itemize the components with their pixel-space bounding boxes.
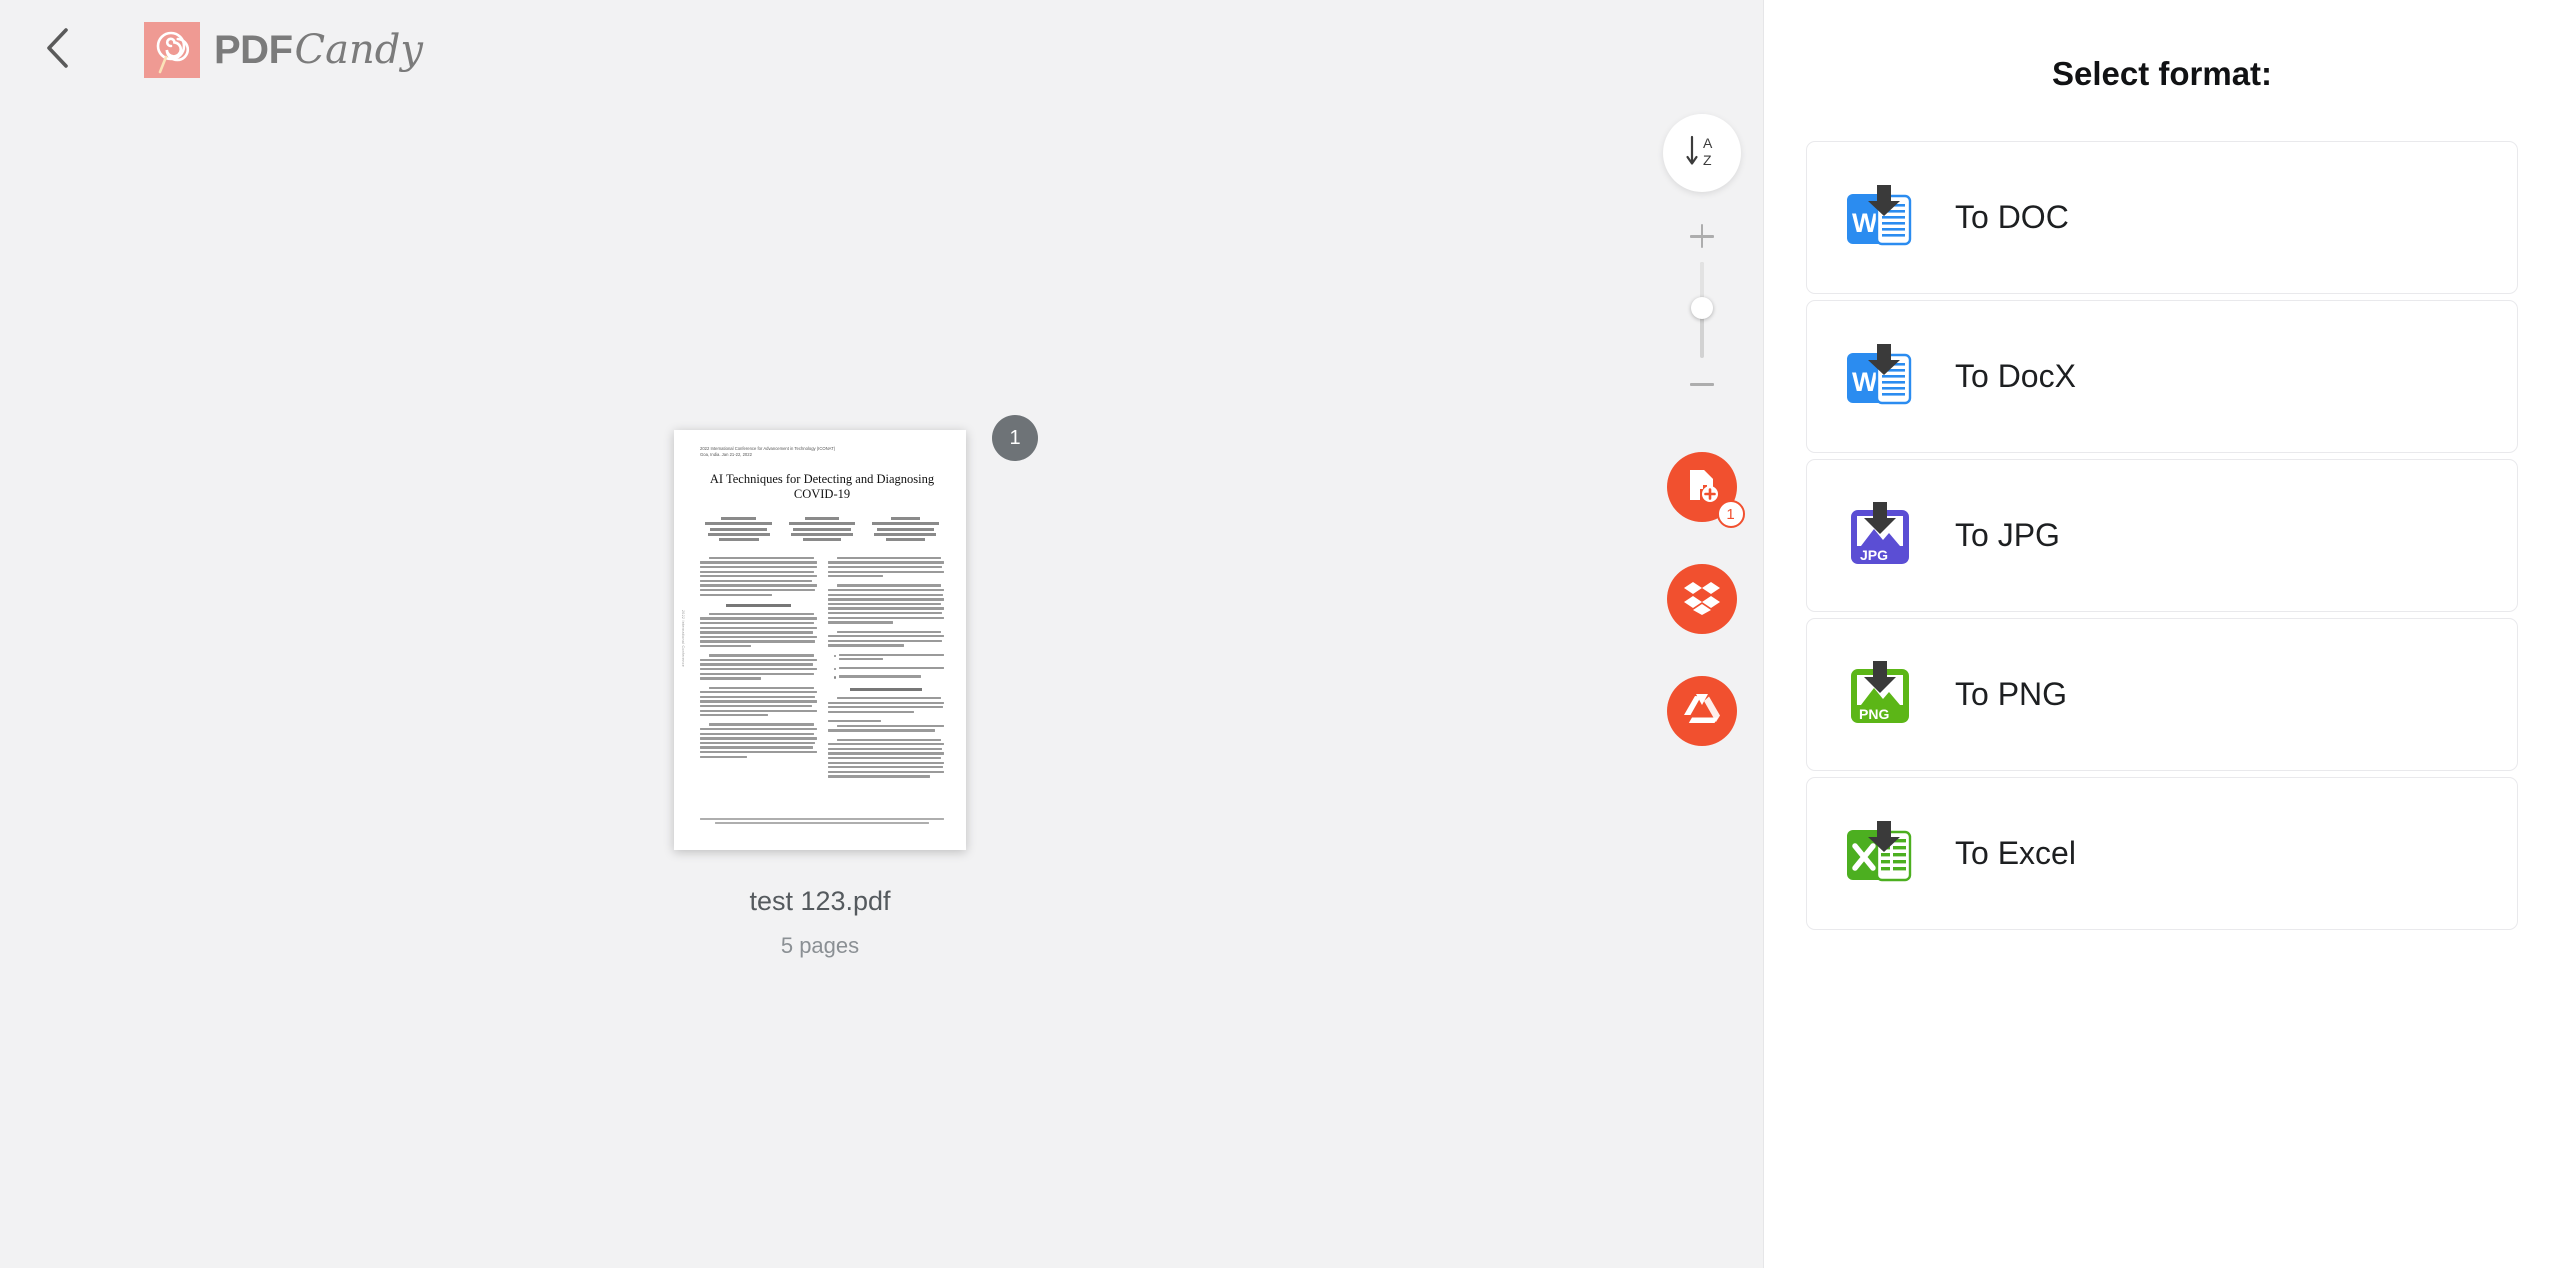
side-watermark: 2022 International Conference — [681, 610, 685, 668]
format-card-png[interactable]: PNG To PNG — [1806, 618, 2518, 771]
list-item — [833, 675, 945, 680]
chevron-left-icon — [44, 27, 70, 74]
document-columns — [700, 556, 945, 785]
format-label: To PNG — [1955, 676, 2068, 712]
list-item — [833, 666, 944, 672]
dropbox-button[interactable] — [1666, 564, 1737, 634]
lollipop-icon — [144, 22, 200, 78]
zoom-slider[interactable] — [1690, 262, 1713, 358]
add-file-button[interactable]: 1 — [1666, 452, 1745, 528]
jpg-download-icon: JPG — [1843, 498, 1919, 574]
zoom-out-button[interactable] — [1682, 364, 1722, 404]
format-card-jpg[interactable]: JPG To JPG — [1806, 459, 2518, 612]
svg-text:Z: Z — [1703, 152, 1712, 168]
top-bar: PDF Candy — [0, 0, 1763, 100]
author-block — [700, 516, 944, 544]
column-right — [827, 556, 945, 785]
list-item — [833, 653, 944, 663]
file-name: test 123.pdf — [749, 886, 891, 916]
zoom-in-button[interactable] — [1682, 216, 1722, 256]
png-download-icon: PNG — [1843, 657, 1919, 733]
add-file-icon — [1683, 466, 1721, 509]
pdfcandy-app: PDF Candy 2022 International Conference … — [0, 0, 2560, 1268]
add-file-badge: 1 — [1716, 500, 1745, 528]
svg-text:W: W — [1852, 208, 1878, 238]
format-card-doc[interactable]: W To DOC — [1806, 141, 2518, 294]
word-doc-download-icon: W — [1843, 180, 1919, 256]
format-label: To JPG — [1955, 517, 2060, 553]
svg-text:JPG: JPG — [1860, 547, 1888, 563]
google-drive-button[interactable] — [1666, 676, 1737, 746]
format-card-excel[interactable]: To Excel — [1806, 777, 2518, 930]
format-label: To Excel — [1955, 835, 2076, 871]
file-page-count: 5 pages — [780, 933, 860, 958]
paper-title: AI Techniques for Detecting and Diagnosi… — [709, 471, 935, 502]
back-button[interactable] — [30, 23, 84, 77]
format-label: To DOC — [1955, 199, 2069, 235]
logo-pdf-text: PDF — [214, 28, 293, 72]
file-thumbnail[interactable]: 2022 International Conference for Advanc… — [674, 430, 966, 850]
svg-text:PNG: PNG — [1859, 706, 1889, 722]
file-list: 2022 International Conference for Advanc… — [0, 100, 1640, 1268]
sort-button[interactable]: A Z — [1662, 114, 1741, 192]
svg-text:A: A — [1703, 135, 1713, 151]
tool-rail: A Z 1 — [1640, 100, 1763, 1268]
format-label: To DocX — [1955, 358, 2076, 394]
word-docx-download-icon: W — [1843, 339, 1919, 415]
file-card[interactable]: 2022 International Conference for Advanc… — [670, 415, 1038, 959]
author-entry — [867, 516, 944, 544]
column-left — [700, 556, 817, 785]
format-list: W To DOC W To DocX JPG To JPG PNG To PNG… — [1764, 141, 2560, 930]
sort-alpha-down-icon: A Z — [1682, 131, 1722, 176]
format-panel: Select format: W To DOC W To DocX JPG To… — [1763, 0, 2560, 1268]
author-entry — [700, 516, 777, 544]
svg-text:W: W — [1852, 367, 1878, 397]
google-drive-icon — [1683, 692, 1721, 731]
conference-line-2: Goa, India. Jan 21-22, 2022 — [700, 452, 752, 458]
dropbox-icon — [1683, 579, 1721, 620]
excel-download-icon — [1843, 816, 1919, 892]
panel-title: Select format: — [2051, 55, 2273, 92]
document-footer — [700, 817, 944, 826]
pdfcandy-logo[interactable]: PDF Candy — [144, 22, 423, 78]
zoom-slider-thumb[interactable] — [1690, 297, 1713, 319]
logo-candy-text: Candy — [294, 27, 423, 73]
workspace: PDF Candy 2022 International Conference … — [0, 0, 1763, 1268]
page-count-badge: 1 — [992, 415, 1038, 461]
logo-wordmark: PDF Candy — [214, 27, 423, 73]
format-card-docx[interactable]: W To DocX — [1806, 300, 2518, 453]
conference-header: 2022 International Conference for Advanc… — [700, 446, 944, 459]
document-preview: 2022 International Conference for Advanc… — [674, 430, 966, 850]
zoom-control — [1663, 216, 1741, 404]
author-entry — [783, 516, 860, 544]
